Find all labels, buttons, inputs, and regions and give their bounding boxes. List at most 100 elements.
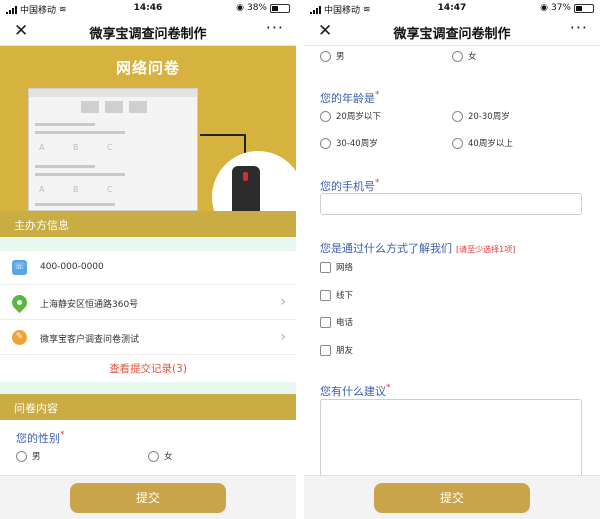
required-mark: * — [60, 430, 65, 440]
left-phone-screen: 中国移动 ≋ 14:46 ◉ 38% ✕ 微享宝调查问卷制作 ··· 网络问卷 — [0, 0, 296, 519]
radio-button[interactable] — [148, 450, 159, 462]
illustration-option-c2: C — [107, 185, 113, 194]
option-label: 网络 — [336, 263, 354, 273]
gender-option-female[interactable]: 女 — [452, 50, 477, 62]
battery-icon — [270, 3, 290, 13]
submit-button[interactable]: 提交 — [70, 483, 226, 513]
status-bar: 中国移动 ≋ 14:46 ◉ 38% — [0, 0, 296, 16]
radio-button[interactable] — [320, 50, 331, 62]
age-option-3[interactable]: 30-40周岁 — [320, 137, 378, 149]
rotation-lock-icon: ◉ — [236, 3, 244, 13]
battery-percent: 37% — [550, 3, 571, 13]
more-icon[interactable]: ··· — [266, 18, 284, 37]
age-question-text: 您的年龄是 — [320, 92, 375, 105]
illustration-option-c: C — [107, 143, 113, 152]
content-section-header: 问卷内容 — [0, 394, 296, 420]
rotation-lock-icon: ◉ — [540, 3, 548, 13]
submit-button[interactable]: 提交 — [374, 483, 530, 513]
gender-option-male[interactable]: 男 — [16, 450, 41, 462]
radio-button[interactable] — [452, 50, 463, 62]
battery-percent: 38% — [246, 3, 267, 13]
organizer-section-header: 主办方信息 — [0, 211, 296, 237]
phone-question: 您的手机号* — [320, 178, 380, 194]
radio-button[interactable] — [320, 110, 331, 122]
survey-name: 微享宝客户调查问卷测试 — [40, 335, 140, 345]
source-option-1[interactable]: 网络 — [320, 261, 353, 273]
info-row-survey[interactable]: ✎ 微享宝客户调查问卷测试 › — [0, 321, 296, 355]
screen-divider — [296, 0, 304, 519]
option-label: 女 — [164, 452, 173, 462]
nav-bar: ✕ 微享宝调查问卷制作 ··· — [304, 16, 600, 46]
option-label: 朋友 — [336, 346, 354, 356]
right-phone-screen: 中国移动 ≋ 14:47 ◉ 37% ✕ 微享宝调查问卷制作 ··· 男 女 您… — [304, 0, 600, 519]
status-right: ◉ 38% — [236, 3, 290, 13]
source-question-text: 您是通过什么方式了解我们 — [320, 242, 452, 255]
illustration-option-a2: A — [39, 185, 45, 194]
view-records-link[interactable]: 查看提交记录(3) — [0, 356, 296, 382]
phone-number-input[interactable] — [320, 193, 582, 215]
source-option-4[interactable]: 朋友 — [320, 344, 353, 356]
suggestion-textarea[interactable] — [320, 399, 582, 479]
radio-button[interactable] — [16, 450, 27, 462]
phone-question-text: 您的手机号 — [320, 180, 375, 193]
illustration-option-a: A — [39, 143, 45, 152]
status-right: ◉ 37% — [540, 3, 594, 13]
required-mark: * — [375, 178, 380, 188]
required-mark: * — [386, 383, 391, 393]
phone-icon: ☏ — [12, 260, 27, 275]
questionnaire-illustration: A B C A B C — [28, 88, 198, 211]
footer-bar: 提交 — [0, 475, 296, 519]
page-title: 微享宝调查问卷制作 — [393, 27, 511, 42]
illustration-option-b2: B — [73, 185, 79, 194]
radio-button[interactable] — [452, 110, 463, 122]
close-icon[interactable]: ✕ — [14, 21, 28, 41]
organizer-address: 上海静安区恒通路360号 — [40, 300, 139, 310]
option-label: 男 — [336, 52, 345, 62]
radio-button[interactable] — [320, 137, 331, 149]
checkbox[interactable] — [320, 261, 331, 273]
checkbox[interactable] — [320, 289, 331, 301]
section-gap — [0, 382, 296, 394]
info-row-phone[interactable]: ☏ 400-000-0000 — [0, 251, 296, 285]
chevron-right-icon: › — [280, 329, 286, 345]
close-icon[interactable]: ✕ — [318, 21, 332, 41]
footer-bar: 提交 — [304, 475, 600, 519]
mouse-icon — [232, 166, 260, 211]
screenshot-pair: 中国移动 ≋ 14:46 ◉ 38% ✕ 微享宝调查问卷制作 ··· 网络问卷 — [0, 0, 600, 519]
option-label: 40周岁以上 — [468, 139, 513, 149]
required-mark: * — [375, 90, 380, 100]
option-label: 20-30周岁 — [468, 112, 510, 122]
option-label: 20周岁以下 — [336, 112, 381, 122]
gender-question-text: 您的性别 — [16, 432, 60, 445]
illustration-option-b: B — [73, 143, 79, 152]
suggestion-question: 您有什么建议* — [320, 383, 391, 399]
option-label: 男 — [32, 452, 41, 462]
checkbox[interactable] — [320, 316, 331, 328]
checkbox[interactable] — [320, 344, 331, 356]
age-question: 您的年龄是* — [320, 90, 380, 106]
suggestion-question-text: 您有什么建议 — [320, 385, 386, 398]
location-pin-icon — [8, 291, 31, 314]
option-label: 30-40周岁 — [336, 139, 378, 149]
age-option-1[interactable]: 20周岁以下 — [320, 110, 381, 122]
chevron-right-icon: › — [280, 294, 286, 310]
option-label: 女 — [468, 52, 477, 62]
pencil-icon: ✎ — [12, 330, 27, 345]
age-option-4[interactable]: 40周岁以上 — [452, 137, 513, 149]
survey-banner: 网络问卷 A B C A B C — [0, 46, 296, 211]
source-option-3[interactable]: 电话 — [320, 316, 353, 328]
option-label: 电话 — [336, 318, 354, 328]
section-gap — [0, 237, 296, 251]
organizer-phone: 400-000-0000 — [40, 262, 104, 272]
gender-option-female[interactable]: 女 — [148, 450, 173, 462]
radio-button[interactable] — [452, 137, 463, 149]
age-option-2[interactable]: 20-30周岁 — [452, 110, 510, 122]
source-question: 您是通过什么方式了解我们 [请至少选择1项] — [320, 240, 515, 256]
page-title: 微享宝调查问卷制作 — [89, 27, 207, 42]
gender-option-male[interactable]: 男 — [320, 50, 345, 62]
source-option-2[interactable]: 线下 — [320, 289, 353, 301]
more-icon[interactable]: ··· — [570, 18, 588, 37]
info-row-address[interactable]: 上海静安区恒通路360号 › — [0, 286, 296, 320]
banner-title: 网络问卷 — [115, 59, 180, 77]
nav-bar: ✕ 微享宝调查问卷制作 ··· — [0, 16, 296, 46]
